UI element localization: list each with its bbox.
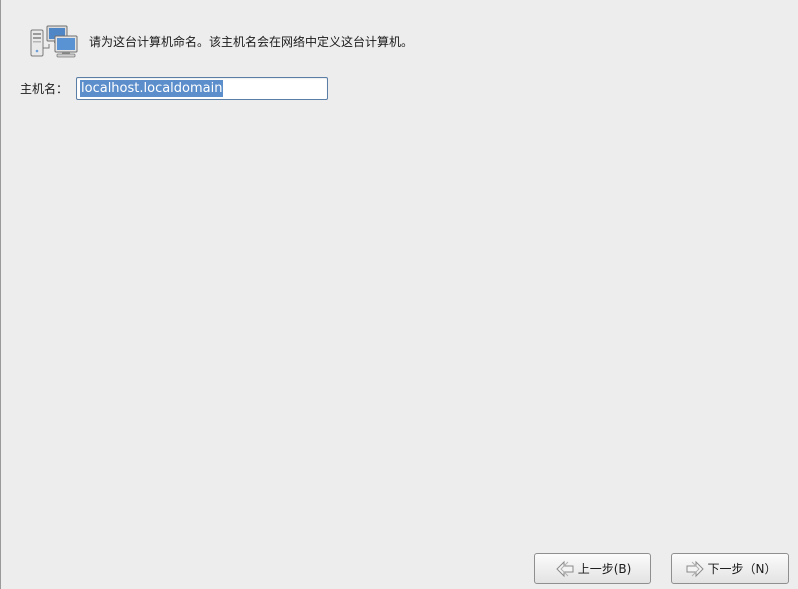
- network-computers-icon: [30, 25, 78, 58]
- next-button[interactable]: 下一步（N）: [671, 553, 789, 584]
- back-arrow-icon: [555, 560, 574, 577]
- hostname-input[interactable]: localhost.localdomain: [76, 77, 329, 100]
- next-button-label: 下一步（N）: [707, 562, 777, 576]
- hostname-row: 主机名： localhost.localdomain: [20, 76, 329, 101]
- back-button[interactable]: 上一步(B): [534, 553, 651, 584]
- back-button-label: 上一步(B): [577, 562, 632, 576]
- page-header: 请为这台计算机命名。该主机名会在网络中定义这台计算机。: [29, 24, 413, 60]
- hostname-input-value[interactable]: localhost.localdomain: [80, 80, 224, 97]
- page-description: 请为这台计算机命名。该主机名会在网络中定义这台计算机。: [89, 35, 414, 49]
- hostname-label: 主机名：: [20, 82, 69, 96]
- next-arrow-icon: [686, 560, 704, 577]
- window-left-border: [0, 0, 1, 589]
